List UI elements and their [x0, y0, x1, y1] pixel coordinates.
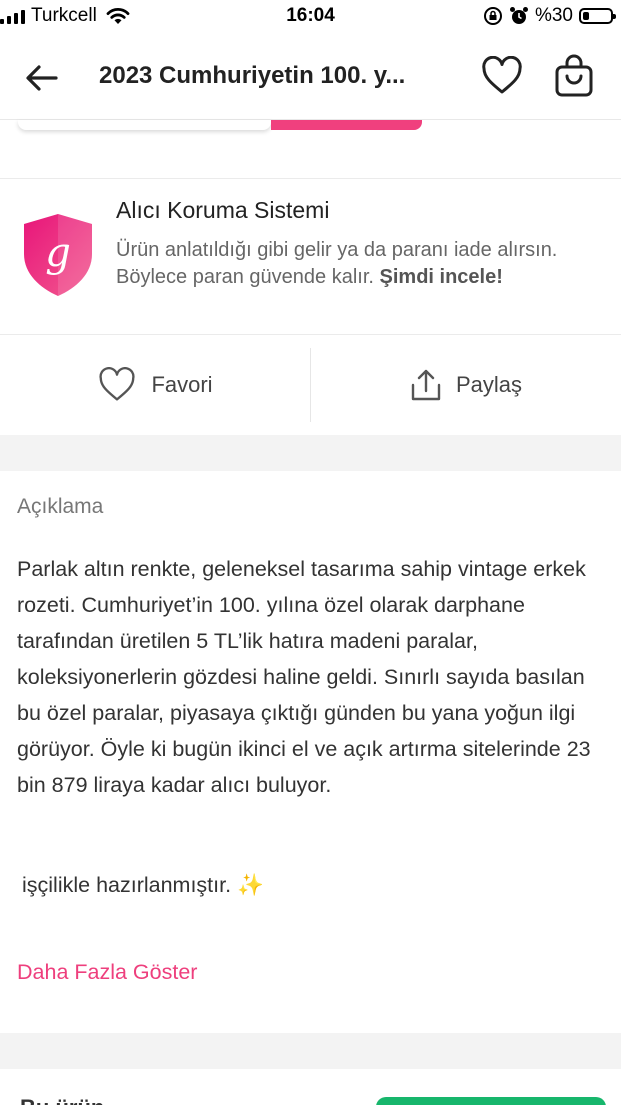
- description-extra: işçilikle hazırlanmıştır. ✨: [22, 873, 264, 897]
- next-section: Bu ürün ...: [0, 1069, 621, 1105]
- page-title: 2023 Cumhuriyetin 100. y...: [99, 62, 406, 89]
- prev-section-button[interactable]: [271, 120, 422, 130]
- next-section-button[interactable]: [376, 1097, 606, 1105]
- section-gap: [0, 435, 621, 471]
- status-right: %30: [483, 5, 616, 27]
- favorite-button[interactable]: Favori: [0, 335, 310, 435]
- section-gap: [0, 1033, 621, 1069]
- description-section: Açıklama Parlak altın renkte, geleneksel…: [0, 471, 621, 1033]
- description-heading: Açıklama: [17, 495, 104, 518]
- description-body: Parlak altın renkte, geleneksel tasarıma…: [17, 557, 591, 797]
- orientation-lock-icon: [483, 7, 502, 25]
- nav-bar: 2023 Cumhuriyetin 100. y...: [0, 40, 621, 118]
- share-icon: [411, 369, 441, 401]
- favorite-label: Favori: [151, 372, 213, 397]
- prev-section-card: [18, 120, 271, 130]
- battery-percent: %30: [534, 5, 573, 26]
- alarm-icon: [509, 7, 528, 24]
- status-bar: Turkcell 16:04 %30: [0, 0, 621, 36]
- battery-icon: [579, 8, 616, 24]
- heart-icon: [99, 367, 135, 401]
- buyer-protection-text: Ürün anlatıldığı gibi gelir ya da paranı…: [116, 237, 576, 291]
- show-more-link[interactable]: Daha Fazla Göster: [17, 960, 197, 985]
- shopping-bag-icon[interactable]: [553, 54, 595, 98]
- buyer-protection-shield-icon: g: [24, 214, 92, 296]
- section-divider: [0, 178, 621, 179]
- share-button[interactable]: Paylaş: [311, 335, 621, 435]
- share-label: Paylaş: [455, 372, 523, 397]
- favorite-heart-icon[interactable]: [481, 56, 523, 96]
- next-section-title: Bu ürün ...: [20, 1095, 129, 1105]
- svg-text:g: g: [45, 230, 71, 276]
- buyer-protection-link[interactable]: Şimdi incele!: [380, 266, 503, 288]
- buyer-protection-title: Alıcı Koruma Sistemi: [116, 197, 330, 223]
- back-arrow-icon[interactable]: [22, 60, 62, 96]
